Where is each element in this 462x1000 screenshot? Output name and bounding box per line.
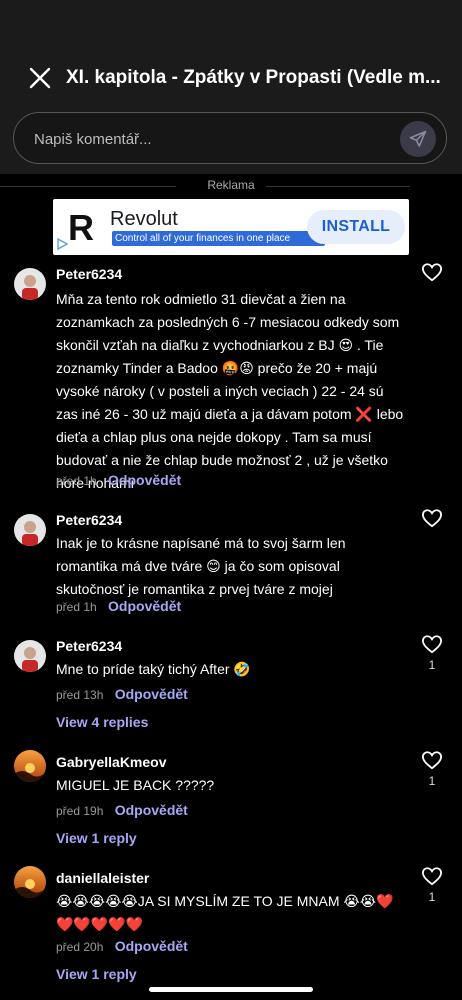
- comment-text: 😭😭😭😭😭JA SI MYSLÍM ZE TO JE MNAM 😭😭❤️❤️❤️…: [56, 893, 394, 932]
- heart-icon[interactable]: [421, 634, 443, 654]
- comment-time: před 1h: [56, 600, 97, 614]
- ad-tagline: Control all of your finances in one plac…: [112, 231, 325, 246]
- comment-composer: [0, 104, 462, 174]
- ad-label-row: Reklama: [0, 176, 462, 196]
- avatar[interactable]: [14, 268, 46, 300]
- avatar[interactable]: [14, 866, 46, 898]
- avatar[interactable]: [14, 640, 46, 672]
- comments-screen: XI. kapitola - Zpátky v Propasti (Vedle …: [0, 0, 462, 1000]
- ad-brand: Revolut: [110, 208, 178, 230]
- send-icon: [409, 130, 427, 147]
- comment-text: Inak je to krásne napísané má to svoj ša…: [56, 535, 346, 597]
- reply-button[interactable]: Odpovědět: [108, 472, 181, 488]
- view-replies-button[interactable]: View 1 reply: [56, 830, 137, 846]
- comment-username[interactable]: Peter6234: [56, 266, 122, 282]
- avatar[interactable]: [14, 750, 46, 782]
- ad-label: Reklama: [207, 178, 255, 192]
- comment-username[interactable]: Peter6234: [56, 638, 122, 654]
- reply-button[interactable]: Odpovědět: [115, 938, 188, 954]
- top-bar: XI. kapitola - Zpátky v Propasti (Vedle …: [0, 0, 462, 104]
- comment-box: [13, 112, 447, 164]
- heart-icon[interactable]: [421, 262, 443, 282]
- comment-meta: před 1h Odpovědět: [56, 472, 181, 488]
- comment-username[interactable]: Peter6234: [56, 512, 122, 528]
- comment-username[interactable]: GabryellaKmeov: [56, 754, 167, 770]
- svg-text:R: R: [68, 207, 94, 248]
- comment-time: před 20h: [56, 940, 104, 954]
- comment-text: Mne to príde taký tichý After 🤣: [56, 661, 251, 677]
- chapter-title: XI. kapitola - Zpátky v Propasti (Vedle …: [66, 67, 441, 88]
- reply-button[interactable]: Odpovědět: [108, 598, 181, 614]
- comment-input[interactable]: [32, 127, 376, 151]
- view-replies-button[interactable]: View 4 replies: [56, 714, 148, 730]
- comment-meta: před 13h Odpovědět: [56, 686, 188, 702]
- avatar[interactable]: [14, 514, 46, 546]
- divider: [266, 186, 410, 187]
- like-count: 1: [428, 774, 436, 788]
- install-button[interactable]: INSTALL: [307, 210, 405, 244]
- heart-icon[interactable]: [421, 866, 443, 886]
- comment-time: před 1h: [56, 474, 97, 488]
- comment-username[interactable]: daniellaleister: [56, 870, 149, 886]
- comment-meta: před 19h Odpovědět: [56, 802, 188, 818]
- home-indicator[interactable]: [149, 987, 313, 992]
- ad-choices-icon[interactable]: [55, 237, 69, 251]
- ad-banner[interactable]: R Revolut Control all of your finances i…: [53, 199, 409, 255]
- comment-text: Mňa za tento rok odmietlo 31 dievčat a ž…: [56, 291, 404, 491]
- like-count: 1: [428, 890, 436, 904]
- comment-text: MIGUEL JE BACK ?????: [56, 777, 215, 793]
- reply-button[interactable]: Odpovědět: [115, 802, 188, 818]
- comment-meta: před 1h Odpovědět: [56, 598, 181, 614]
- heart-icon[interactable]: [421, 750, 443, 770]
- send-button[interactable]: [400, 121, 436, 157]
- comment-time: před 19h: [56, 804, 104, 818]
- reply-button[interactable]: Odpovědět: [115, 686, 188, 702]
- like-count: 1: [428, 658, 436, 672]
- close-icon[interactable]: [28, 66, 52, 90]
- comment-time: před 13h: [56, 688, 104, 702]
- heart-icon[interactable]: [421, 508, 443, 528]
- comment-meta: před 20h Odpovědět: [56, 938, 188, 954]
- view-replies-button[interactable]: View 1 reply: [56, 966, 137, 982]
